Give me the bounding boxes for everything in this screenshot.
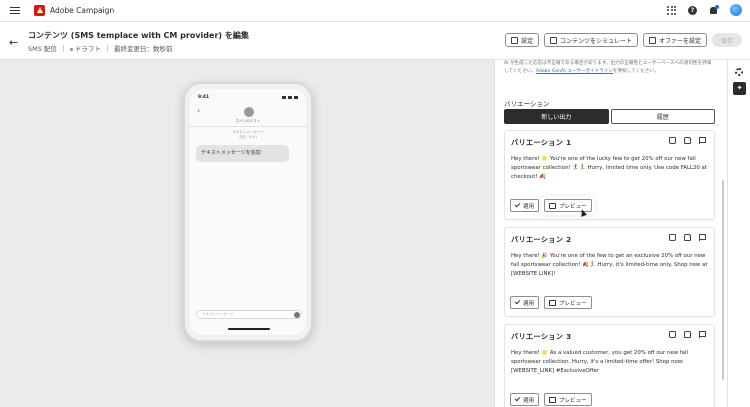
send-icon	[294, 312, 300, 318]
save-button[interactable]: 保存	[711, 33, 742, 47]
phone-status-icons	[282, 96, 298, 99]
phone-back-icon: ‹	[197, 106, 201, 115]
back-arrow-icon[interactable]: ←	[9, 36, 18, 49]
message-input: テキストメッセージ	[196, 310, 302, 319]
ai-disclaimer: AI が生成した応答は不正確である場合があります。出力の正確性とユーザーベースへ…	[504, 60, 714, 76]
preview-label: プレビュー	[559, 397, 587, 404]
simulate-button-label: コンテンツをシミュレート	[560, 37, 632, 45]
flag-icon[interactable]	[699, 234, 706, 241]
flag-icon[interactable]	[699, 137, 706, 144]
phone-time: 9:41	[198, 95, 210, 100]
preview-canvas: 9:41 ‹ ホバリのテスト テキストメッセージ 今日：9:41 テキストメッセ…	[0, 60, 494, 407]
settings-button-label: 設定	[521, 37, 534, 45]
status-dot-icon	[69, 47, 73, 51]
preview-icon	[549, 396, 557, 403]
phone-preview: 9:41 ‹ ホバリのテスト テキストメッセージ 今日：9:41 テキストメッセ…	[183, 82, 313, 342]
page-header: ← コンテンツ (SMS templace with CM provider) …	[0, 22, 750, 60]
panel-scrollbar[interactable]	[722, 180, 724, 380]
app-name: Adobe Campaign	[50, 6, 115, 15]
divider	[62, 44, 64, 52]
preview-button[interactable]: プレビュー	[544, 296, 592, 309]
apply-button[interactable]: 適用	[510, 393, 540, 406]
variation-card: バリエーション 1 Hey there! 🌟 You're one of the…	[504, 130, 715, 220]
right-rail: ✦	[727, 60, 750, 407]
notifications-icon[interactable]	[709, 4, 719, 15]
preview-label: プレビュー	[559, 300, 587, 307]
preview-icon	[549, 202, 557, 209]
variation-text: Hey there! 🌟 You're one of the lucky few…	[511, 156, 707, 180]
variation-list: バリエーション 1 Hey there! 🌟 You're one of the…	[504, 130, 715, 407]
apply-button[interactable]: 適用	[510, 199, 540, 212]
message-input-placeholder: テキストメッセージ	[202, 312, 234, 316]
home-indicator	[228, 328, 270, 330]
variation-title: バリエーション 3	[511, 332, 572, 341]
offer-icon	[648, 36, 656, 44]
contact-avatar	[244, 107, 254, 117]
help-icon[interactable]: ?	[688, 5, 697, 15]
message-bubble[interactable]: テキストメッセージを追加	[196, 145, 289, 162]
ai-assistant-icon[interactable]: ✦	[733, 82, 746, 95]
avatar[interactable]	[730, 4, 742, 16]
phone-screen: 9:41 ‹ ホバリのテスト テキストメッセージ 今日：9:41 テキストメッセ…	[190, 89, 306, 335]
apply-button[interactable]: 適用	[510, 296, 540, 309]
ai-assistant-panel: AI が生成した応答は不正確である場合があります。出力の正確性とユーザーベースへ…	[494, 60, 727, 407]
channel-label: SMS 配信	[28, 45, 57, 53]
disclaimer-text-end: を参照してください。	[612, 69, 659, 74]
check-icon	[514, 395, 521, 402]
variation-title: バリエーション 1	[511, 138, 572, 147]
app-switcher-icon[interactable]	[667, 5, 676, 15]
apply-label: 適用	[523, 397, 535, 404]
check-icon	[514, 298, 521, 305]
contact-name: ホバリのテスト	[235, 119, 261, 123]
configure-offers-button[interactable]: オファーを設定	[642, 33, 707, 47]
guidelines-link[interactable]: Adobe GenAI ユーザーガイドライン	[536, 69, 613, 74]
thumbs-up-icon[interactable]	[669, 331, 676, 338]
status-text: ドラフト	[74, 45, 101, 53]
menu-icon[interactable]	[10, 6, 20, 16]
divider	[190, 126, 306, 127]
variation-text: Hey there! 🌟 As a valued customer, you g…	[511, 350, 689, 374]
simulate-content-button[interactable]: コンテンツをシミュレート	[544, 33, 638, 47]
settings-button[interactable]: 設定	[505, 33, 540, 47]
variation-card: バリエーション 3 Hey there! 🌟 As a valued custo…	[504, 324, 715, 407]
apply-label: 適用	[523, 300, 535, 307]
thumbs-up-icon[interactable]	[669, 137, 676, 144]
adobe-logo-icon	[34, 5, 45, 16]
variations-heading: バリエーション	[504, 100, 550, 108]
thumbs-down-icon[interactable]	[684, 234, 691, 241]
tab-history[interactable]: 履歴	[610, 109, 715, 124]
last-modified: 最終変更日：数秒前	[113, 45, 173, 53]
simulate-icon	[550, 36, 558, 44]
thumbs-up-icon[interactable]	[669, 234, 676, 241]
gear-icon[interactable]	[735, 68, 743, 76]
check-icon	[514, 201, 521, 208]
message-subtitle: テキストメッセージ 今日：9:41	[232, 130, 264, 139]
status-badge: ドラフト	[69, 43, 101, 53]
offers-button-label: オファーを設定	[658, 37, 701, 45]
output-tabs: 新しい出力 履歴	[504, 109, 715, 124]
page-meta: SMS 配信 ドラフト 最終変更日：数秒前	[28, 43, 172, 53]
variation-title: バリエーション 2	[511, 235, 572, 244]
thumbs-down-icon[interactable]	[684, 331, 691, 338]
link-icon	[511, 36, 519, 44]
top-bar: Adobe Campaign ?	[0, 0, 750, 22]
preview-icon	[549, 299, 557, 306]
divider	[106, 44, 108, 52]
variation-card: バリエーション 2 Hey there! 🎉 You're one of the…	[504, 227, 715, 317]
tab-new-output[interactable]: 新しい出力	[504, 109, 609, 124]
flag-icon[interactable]	[699, 331, 706, 338]
variation-text: Hey there! 🎉 You're one of the few to ge…	[511, 253, 708, 277]
page-title: コンテンツ (SMS templace with CM provider) を編…	[28, 31, 249, 40]
apply-label: 適用	[523, 203, 535, 210]
thumbs-down-icon[interactable]	[684, 137, 691, 144]
preview-button[interactable]: プレビュー	[544, 393, 592, 406]
